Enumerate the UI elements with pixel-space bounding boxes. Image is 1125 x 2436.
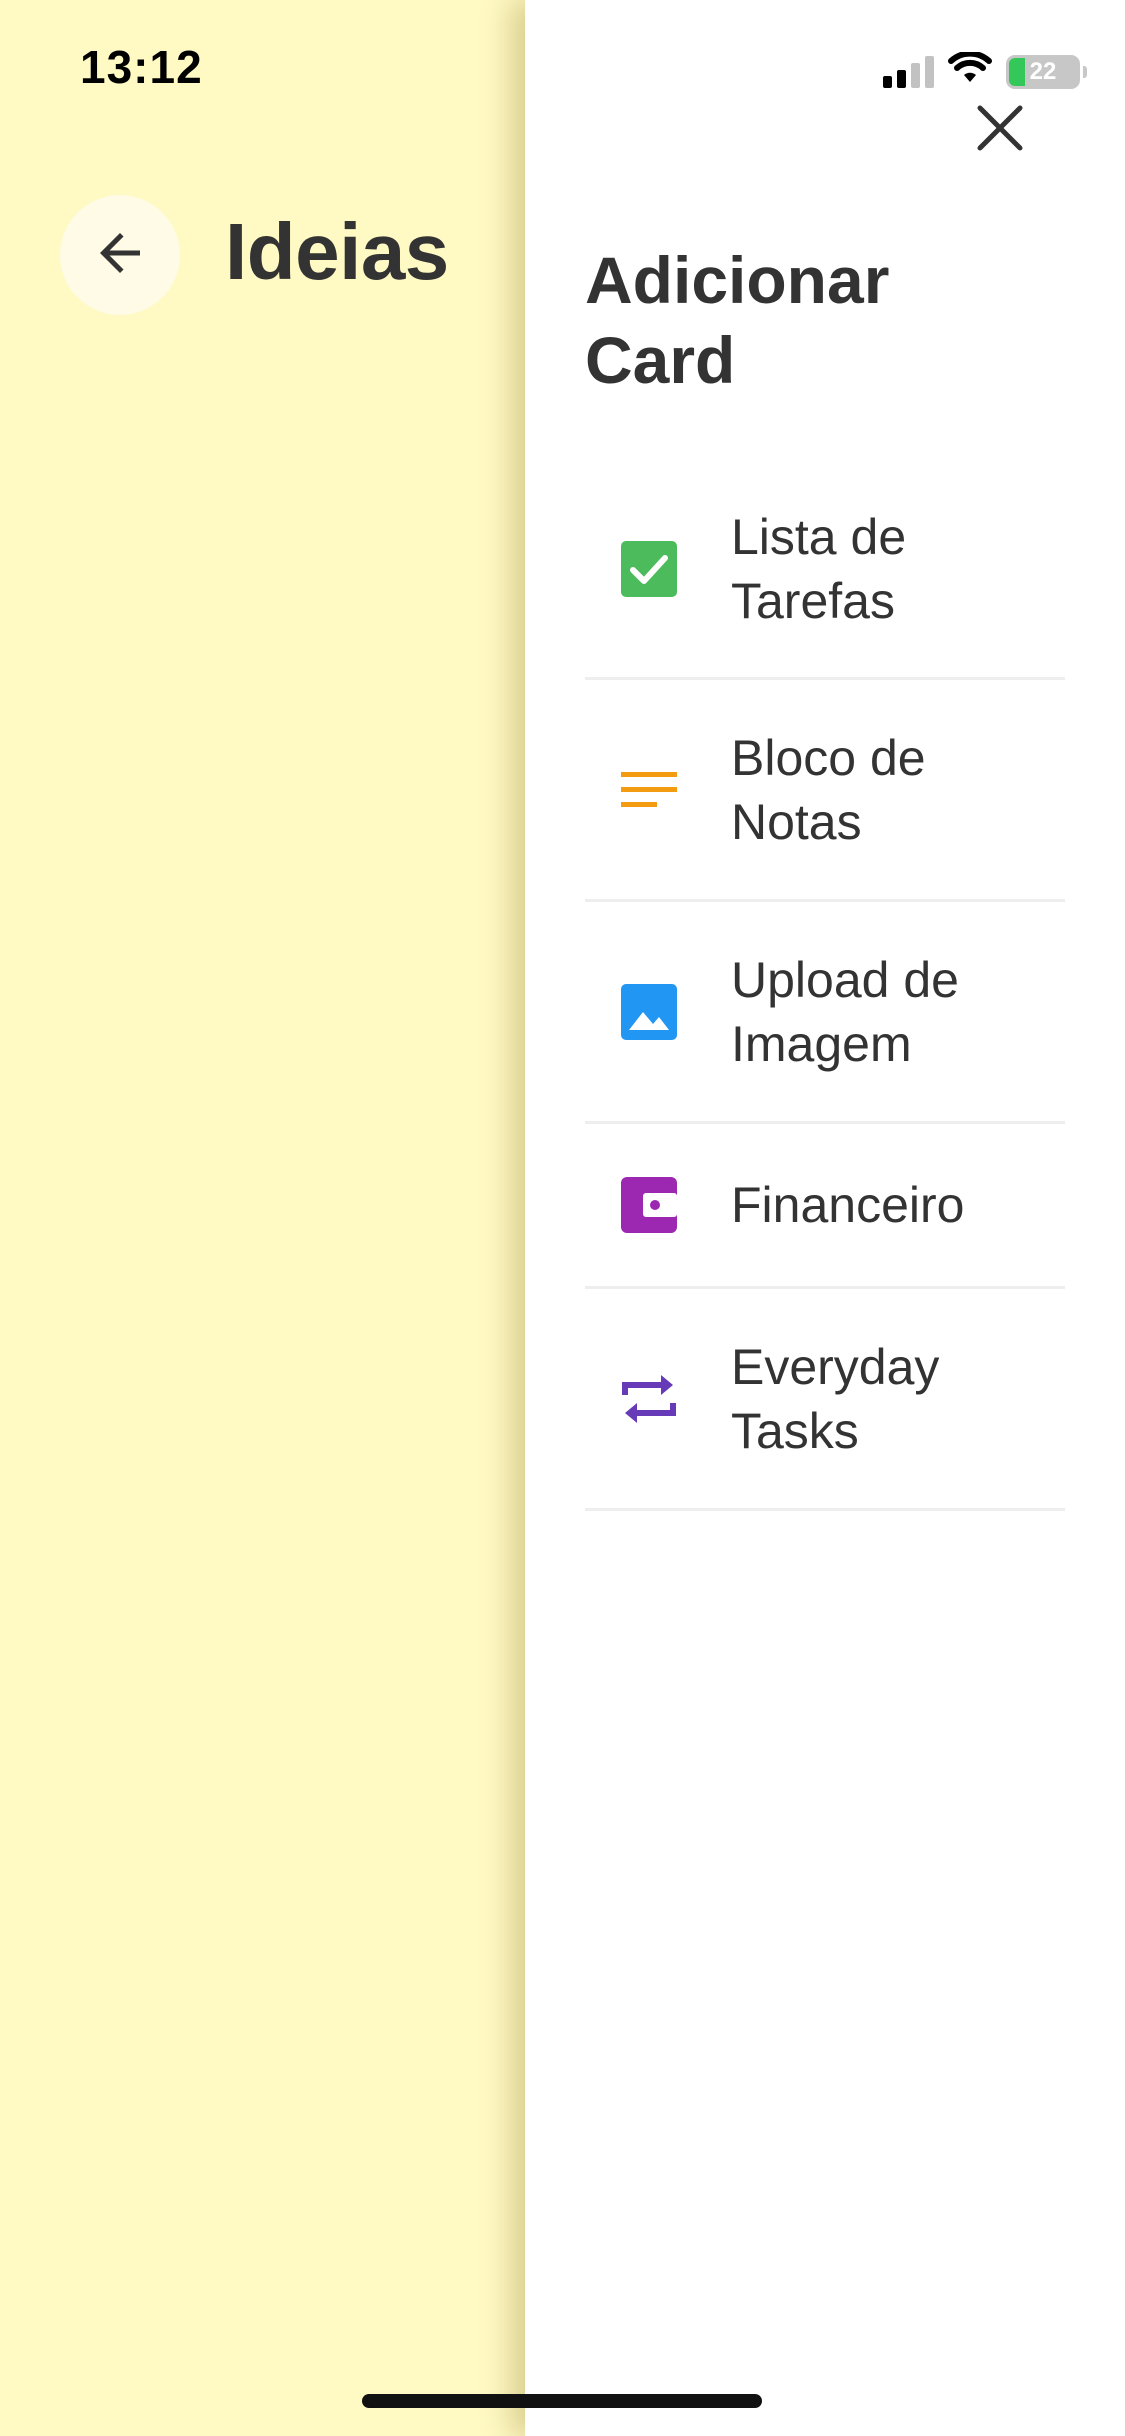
notes-lines-icon	[585, 680, 731, 899]
status-icons: 22	[883, 50, 1087, 91]
back-button[interactable]	[60, 195, 180, 315]
add-card-drawer: 22 Adicionar Card Lista de Tarefas Bloco…	[525, 0, 1125, 2436]
card-option-label: Lista de Tarefas	[731, 508, 907, 629]
battery-icon: 22	[1006, 54, 1087, 89]
card-option-everyday-tasks[interactable]: Everyday Tasks	[585, 1289, 1065, 1511]
checkbox-icon	[585, 460, 731, 677]
home-indicator[interactable]	[362, 2394, 762, 2408]
cellular-signal-icon	[883, 55, 934, 88]
battery-percent: 22	[1029, 57, 1057, 85]
card-option-label: Everyday Tasks	[731, 1338, 940, 1459]
wallet-icon	[585, 1124, 731, 1286]
close-button[interactable]	[965, 95, 1035, 165]
background-page: 13:12 Ideias	[0, 0, 525, 2436]
repeat-icon	[585, 1289, 731, 1508]
card-option-finance[interactable]: Financeiro	[585, 1124, 1065, 1289]
wifi-icon	[948, 50, 992, 91]
card-option-label: Bloco de Notas	[731, 729, 926, 850]
card-type-list: Lista de Tarefas Bloco de Notas Upload d…	[585, 460, 1065, 1511]
card-option-label: Financeiro	[731, 1177, 965, 1233]
card-option-task-list[interactable]: Lista de Tarefas	[585, 460, 1065, 680]
page-title: Ideias	[225, 207, 449, 296]
card-option-image-upload[interactable]: Upload de Imagem	[585, 902, 1065, 1124]
card-option-notes[interactable]: Bloco de Notas	[585, 680, 1065, 902]
drawer-title: Adicionar Card	[585, 243, 890, 397]
close-icon	[976, 104, 1024, 157]
status-time: 13:12	[80, 41, 203, 93]
image-icon	[585, 902, 731, 1121]
card-option-label: Upload de Imagem	[731, 951, 959, 1072]
arrow-left-icon	[90, 223, 150, 288]
